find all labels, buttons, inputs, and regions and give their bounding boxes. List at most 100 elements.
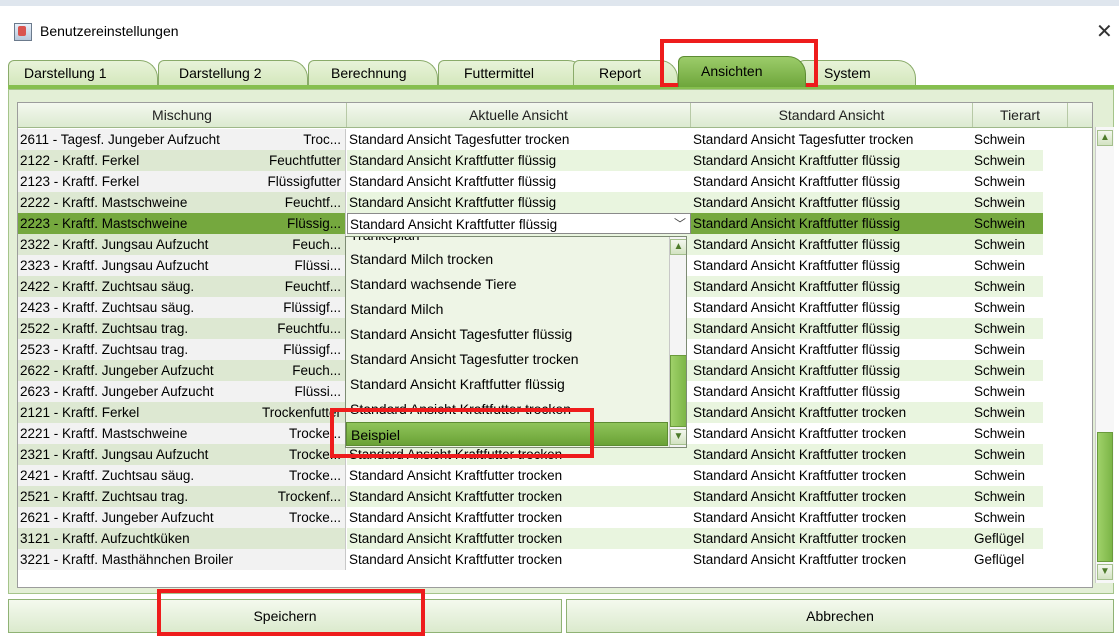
dropdown-option-selected[interactable]: Beispiel	[346, 422, 668, 446]
cell-tierart: Schwein	[973, 507, 1043, 528]
cell-mischung[interactable]: 2611 - Tagesf. Jungeber Aufzucht Troc...	[18, 129, 346, 150]
cell-standard-ansicht: Standard Ansicht Kraftfutter flüssig	[691, 150, 973, 171]
cell-aktuelle-ansicht[interactable]: Standard Ansicht Kraftfutter trocken	[347, 486, 691, 507]
cell-tierart: Schwein	[973, 234, 1043, 255]
cell-mischung[interactable]: 2322 - Kraftf. Jungsau Aufzucht Feuch...	[18, 234, 346, 255]
dropdown-scrollbar-thumb[interactable]	[670, 355, 686, 427]
cell-mischung[interactable]: 2321 - Kraftf. Jungsau Aufzucht Trocke...	[18, 444, 346, 465]
dropdown-scroll-up-icon[interactable]: ▲	[670, 239, 686, 255]
mix-form: Trocke...	[288, 426, 341, 441]
window-title: Benutzereinstellungen	[40, 23, 179, 39]
table-row[interactable]: 2421 - Kraftf. Zuchtsau säug. Trocke... St…	[18, 465, 1092, 486]
cell-tierart: Geflügel	[973, 528, 1043, 549]
column-header-tierart[interactable]: Tierart	[973, 103, 1068, 127]
dropdown-scroll-down-icon[interactable]: ▼	[670, 429, 686, 445]
tab-darstellung-1[interactable]: Darstellung 1	[8, 60, 158, 86]
mix-form: Trocke...	[288, 447, 341, 462]
cell-mischung[interactable]: 2423 - Kraftf. Zuchtsau säug. Flüssigf...	[18, 297, 346, 318]
scroll-down-icon[interactable]: ▼	[1097, 564, 1113, 580]
cell-standard-ansicht: Standard Ansicht Kraftfutter trocken	[691, 423, 973, 444]
cell-mischung[interactable]: 2323 - Kraftf. Jungsau Aufzucht Flüssi...	[18, 255, 346, 276]
mix-form: Feuchtfu...	[277, 321, 341, 336]
tab-system[interactable]: System	[798, 60, 916, 86]
cell-mischung[interactable]: 2221 - Kraftf. Mastschweine Trocke...	[18, 423, 346, 444]
app-icon	[14, 23, 32, 41]
mix-form: Flüssi...	[294, 384, 341, 399]
tab-darstellung-2[interactable]: Darstellung 2	[158, 60, 308, 86]
dropdown-option[interactable]: Standard wachsende Tiere	[346, 272, 668, 296]
cell-standard-ansicht: Standard Ansicht Kraftfutter trocken	[691, 486, 973, 507]
cell-aktuelle-ansicht[interactable]: Standard Ansicht Kraftfutter flüssig	[347, 171, 691, 192]
cell-mischung[interactable]: 2621 - Kraftf. Jungeber Aufzucht Trocke..…	[18, 507, 346, 528]
dropdown-option[interactable]: Standard Ansicht Tagesfutter trocken	[346, 347, 668, 371]
cell-mischung[interactable]: 2223 - Kraftf. Mastschweine Flüssig...	[18, 213, 346, 234]
save-button[interactable]: Speichern	[8, 599, 562, 633]
cell-standard-ansicht: Standard Ansicht Kraftfutter flüssig	[691, 234, 973, 255]
cell-mischung[interactable]: 2521 - Kraftf. Zuchtsau trag. Trockenf...	[18, 486, 346, 507]
cell-aktuelle-ansicht[interactable]: Standard Ansicht Kraftfutter flüssig ﹀	[347, 213, 691, 234]
cancel-button[interactable]: Abbrechen	[566, 599, 1114, 633]
cell-mischung[interactable]: 2121 - Kraftf. Ferkel Trockenfutter	[18, 402, 346, 423]
cell-mischung[interactable]: 3121 - Kraftf. Aufzuchtküken	[18, 528, 346, 549]
chevron-down-icon[interactable]: ﹀	[674, 214, 686, 233]
cell-aktuelle-ansicht[interactable]: Standard Ansicht Kraftfutter trocken	[347, 507, 691, 528]
cell-tierart: Schwein	[973, 423, 1043, 444]
mix-name: 2623 - Kraftf. Jungeber Aufzucht	[20, 384, 214, 399]
column-header-standard-ansicht[interactable]: Standard Ansicht	[691, 103, 973, 127]
table-row[interactable]: 2621 - Kraftf. Jungeber Aufzucht Trocke..…	[18, 507, 1092, 528]
cell-mischung[interactable]: 3221 - Kraftf. Masthähnchen Broiler	[18, 549, 346, 570]
cell-aktuelle-ansicht[interactable]: Standard Ansicht Kraftfutter trocken	[347, 549, 691, 570]
cell-standard-ansicht: Standard Ansicht Kraftfutter trocken	[691, 465, 973, 486]
table-row[interactable]: 2122 - Kraftf. Ferkel Feuchtfutter Standar…	[18, 150, 1092, 171]
tab-futtermittel[interactable]: Futtermittel	[438, 60, 586, 86]
tab-ansichten[interactable]: Ansichten	[678, 56, 806, 87]
cell-mischung[interactable]: 2623 - Kraftf. Jungeber Aufzucht Flüssi..…	[18, 381, 346, 402]
mix-name: 2522 - Kraftf. Zuchtsau trag.	[20, 321, 189, 336]
cell-mischung[interactable]: 2122 - Kraftf. Ferkel Feuchtfutter	[18, 150, 346, 171]
cell-aktuelle-ansicht[interactable]: Standard Ansicht Kraftfutter trocken	[347, 465, 691, 486]
mix-form: Feuchtf...	[284, 195, 341, 210]
dropdown-scrollbar[interactable]: ▲ ▼	[669, 237, 686, 447]
cell-mischung[interactable]: 2622 - Kraftf. Jungeber Aufzucht Feuch...	[18, 360, 346, 381]
dropdown-option[interactable]: Standard Ansicht Kraftfutter trocken	[346, 397, 668, 421]
tab-label: System	[824, 65, 871, 81]
cell-mischung[interactable]: 2523 - Kraftf. Zuchtsau trag. Flüssigf...	[18, 339, 346, 360]
cell-standard-ansicht: Standard Ansicht Kraftfutter flüssig	[691, 255, 973, 276]
cell-mischung[interactable]: 2522 - Kraftf. Zuchtsau trag. Feuchtfu...	[18, 318, 346, 339]
cell-mischung[interactable]: 2421 - Kraftf. Zuchtsau säug. Trocke...	[18, 465, 346, 486]
tab-report[interactable]: Report	[573, 60, 678, 86]
cell-aktuelle-ansicht[interactable]: Standard Ansicht Kraftfutter flüssig	[347, 150, 691, 171]
mix-name: 2121 - Kraftf. Ferkel	[20, 405, 140, 420]
table-row[interactable]: 3121 - Kraftf. Aufzuchtküken Standard Ans…	[18, 528, 1092, 549]
mix-name: 2223 - Kraftf. Mastschweine	[20, 216, 188, 231]
tab-berechnung[interactable]: Berechnung	[308, 60, 438, 86]
dropdown-option[interactable]: Standard Ansicht Tagesfutter flüssig	[346, 322, 668, 346]
cell-mischung[interactable]: 2123 - Kraftf. Ferkel Flüssigfutter	[18, 171, 346, 192]
dropdown-option[interactable]: Standard Milch	[346, 297, 668, 321]
mix-form: Flüssi...	[294, 258, 341, 273]
dropdown-option[interactable]: Standard Milch trocken	[346, 247, 668, 271]
close-icon[interactable]: ✕	[1096, 19, 1113, 44]
dropdown-option-partial[interactable]: Tränkeplan	[346, 237, 668, 247]
cell-aktuelle-ansicht[interactable]: Standard Ansicht Kraftfutter flüssig	[347, 192, 691, 213]
scrollbar-thumb[interactable]	[1097, 432, 1113, 562]
table-row[interactable]: 2222 - Kraftf. Mastschweine Feuchtf... Sta…	[18, 192, 1092, 213]
cell-tierart: Schwein	[973, 465, 1043, 486]
cell-mischung[interactable]: 2422 - Kraftf. Zuchtsau säug. Feuchtf...	[18, 276, 346, 297]
cell-mischung[interactable]: 2222 - Kraftf. Mastschweine Feuchtf...	[18, 192, 346, 213]
table-vertical-scrollbar[interactable]: ▲ ▼	[1095, 127, 1114, 583]
cell-aktuelle-ansicht[interactable]: Standard Ansicht Tagesfutter trocken	[347, 129, 691, 150]
table-row[interactable]: 3221 - Kraftf. Masthähnchen Broiler Stand…	[18, 549, 1092, 570]
table-row[interactable]: 2123 - Kraftf. Ferkel Flüssigfutter Standa…	[18, 171, 1092, 192]
column-header-aktuelle-ansicht[interactable]: Aktuelle Ansicht	[347, 103, 691, 127]
cell-aktuelle-ansicht[interactable]: Standard Ansicht Kraftfutter trocken	[347, 528, 691, 549]
table-row[interactable]: 2611 - Tagesf. Jungeber Aufzucht Troc... S…	[18, 129, 1092, 150]
scroll-up-icon[interactable]: ▲	[1097, 130, 1113, 146]
table-row[interactable]: 2223 - Kraftf. Mastschweine Flüssig... Sta…	[18, 213, 1092, 234]
cell-standard-ansicht: Standard Ansicht Kraftfutter flüssig	[691, 171, 973, 192]
cell-tierart: Schwein	[973, 402, 1043, 423]
column-header-mischung[interactable]: Mischung	[18, 103, 347, 127]
title-bar: Benutzereinstellungen ✕	[0, 6, 1119, 52]
table-row[interactable]: 2521 - Kraftf. Zuchtsau trag. Trockenf...…	[18, 486, 1092, 507]
dropdown-option[interactable]: Standard Ansicht Kraftfutter flüssig	[346, 372, 668, 396]
